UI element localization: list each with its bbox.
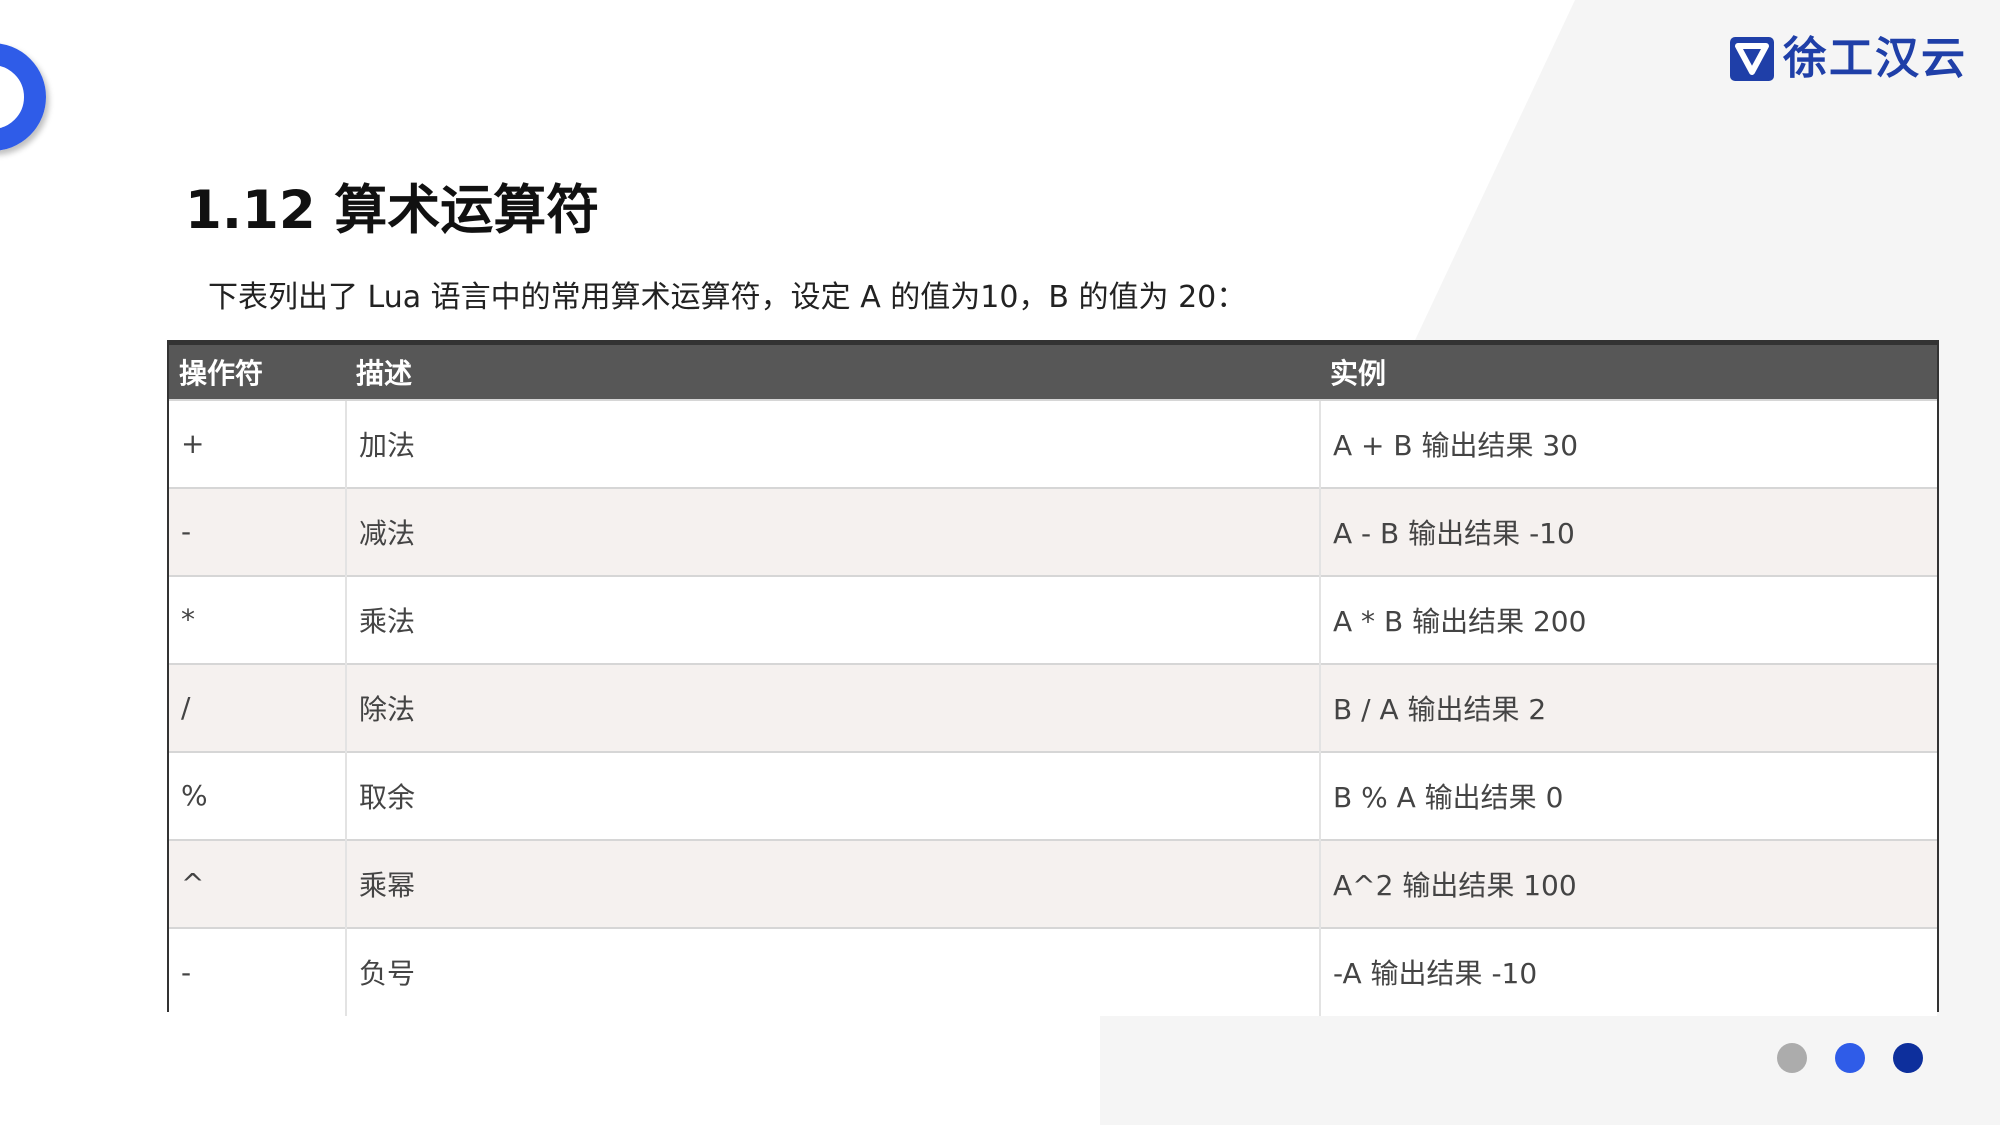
slide: 徐工汉云 1.12 算术运算符 下表列出了 Lua 语言中的常用算术运算符，设定… xyxy=(0,0,2000,1125)
cell-operator: * xyxy=(169,574,346,664)
table-row: - 减法 A - B 输出结果 -10 xyxy=(169,486,1937,576)
cell-example: B / A 输出结果 2 xyxy=(1319,662,1937,752)
cell-operator: - xyxy=(169,926,346,1016)
table-row: - 负号 -A 输出结果 -10 xyxy=(169,926,1937,1016)
table-row: ^ 乘幂 A^2 输出结果 100 xyxy=(169,838,1937,928)
cell-description: 乘法 xyxy=(345,574,1320,664)
cell-example: B % A 输出结果 0 xyxy=(1319,750,1937,840)
cell-operator: % xyxy=(169,750,346,840)
table-row: + 加法 A + B 输出结果 30 xyxy=(169,398,1937,488)
brand: 徐工汉云 xyxy=(1729,36,1967,82)
header-example: 实例 xyxy=(1320,342,1937,400)
cell-example: A + B 输出结果 30 xyxy=(1319,398,1937,488)
dot-blue xyxy=(1835,1043,1865,1073)
dot-gray xyxy=(1777,1043,1807,1073)
cell-operator: + xyxy=(169,398,346,488)
cell-description: 除法 xyxy=(345,662,1320,752)
cell-operator: ^ xyxy=(169,838,346,928)
table-row: * 乘法 A * B 输出结果 200 xyxy=(169,574,1937,664)
cell-example: A^2 输出结果 100 xyxy=(1319,838,1937,928)
cell-example: A * B 输出结果 200 xyxy=(1319,574,1937,664)
dot-navy xyxy=(1893,1043,1923,1073)
operator-table-frame: 操作符 描述 实例 + 加法 A + B 输出结果 30 - 减法 A - B … xyxy=(167,340,1939,1016)
header-operator: 操作符 xyxy=(169,342,346,400)
cell-description: 负号 xyxy=(345,926,1320,1016)
brand-name: 徐工汉云 xyxy=(1783,33,1967,84)
pagination-dots xyxy=(1777,1043,1923,1073)
table-row: % 取余 B % A 输出结果 0 xyxy=(169,750,1937,840)
page-title: 1.12 算术运算符 xyxy=(185,180,600,241)
cell-description: 取余 xyxy=(345,750,1320,840)
cell-description: 加法 xyxy=(345,398,1320,488)
intro-text: 下表列出了 Lua 语言中的常用算术运算符，设定 A 的值为10，B 的值为 2… xyxy=(208,280,1247,315)
table-row: / 除法 B / A 输出结果 2 xyxy=(169,662,1937,752)
header-description: 描述 xyxy=(346,342,1320,400)
cell-example: -A 输出结果 -10 xyxy=(1319,926,1937,1016)
table-header-row: 操作符 描述 实例 xyxy=(169,342,1937,400)
operator-table: 操作符 描述 实例 + 加法 A + B 输出结果 30 - 减法 A - B … xyxy=(169,342,1937,1016)
cell-example: A - B 输出结果 -10 xyxy=(1319,486,1937,576)
cell-description: 减法 xyxy=(345,486,1320,576)
xcmg-shield-logo xyxy=(1730,37,1774,81)
cell-operator: - xyxy=(169,486,346,576)
cell-description: 乘幂 xyxy=(345,838,1320,928)
cell-operator: / xyxy=(169,662,346,752)
